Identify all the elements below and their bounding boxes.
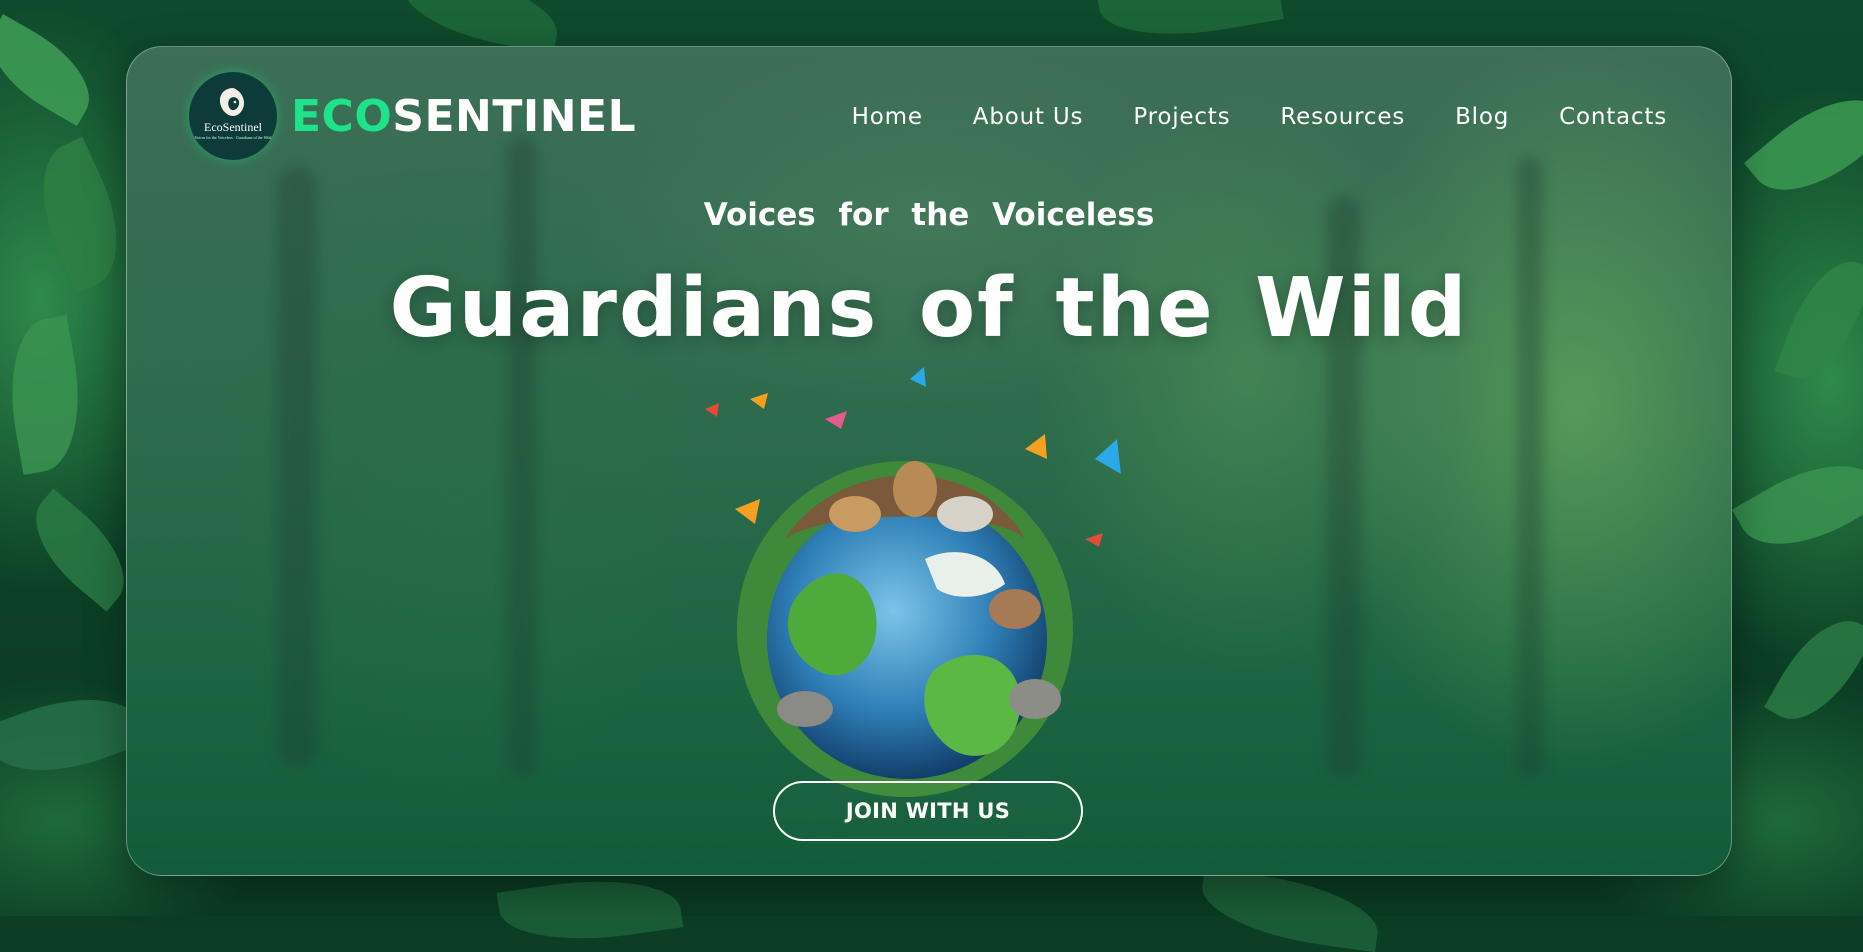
logo-badge[interactable]: EcoSentinel Voices for the Voiceless · G… [189,72,277,160]
logo-tagline: Voices for the Voiceless · Guardians of … [194,135,272,140]
hero-tagline: Voices for the Voiceless [703,197,1155,233]
hero-card: EcoSentinel Voices for the Voiceless · G… [126,46,1732,876]
join-with-us-button[interactable]: JOIN WITH US [773,781,1083,841]
brand-name[interactable]: ECOSENTINEL [291,87,636,147]
nav-item-home[interactable]: Home [852,99,923,135]
nav-item-resources[interactable]: Resources [1280,99,1405,135]
logo-name: EcoSentinel [204,120,262,134]
main-nav: Home About Us Projects Resources Blog Co… [852,99,1667,135]
earth-wildlife-image [705,367,1121,797]
lion-icon [219,88,244,116]
brand-name-rest: SENTINEL [392,91,637,142]
nav-item-projects[interactable]: Projects [1133,99,1230,135]
nav-item-about-us[interactable]: About Us [973,99,1084,135]
nav-item-contacts[interactable]: Contacts [1559,99,1667,135]
nav-item-blog[interactable]: Blog [1455,99,1509,135]
brand-name-accent: ECO [291,91,393,142]
